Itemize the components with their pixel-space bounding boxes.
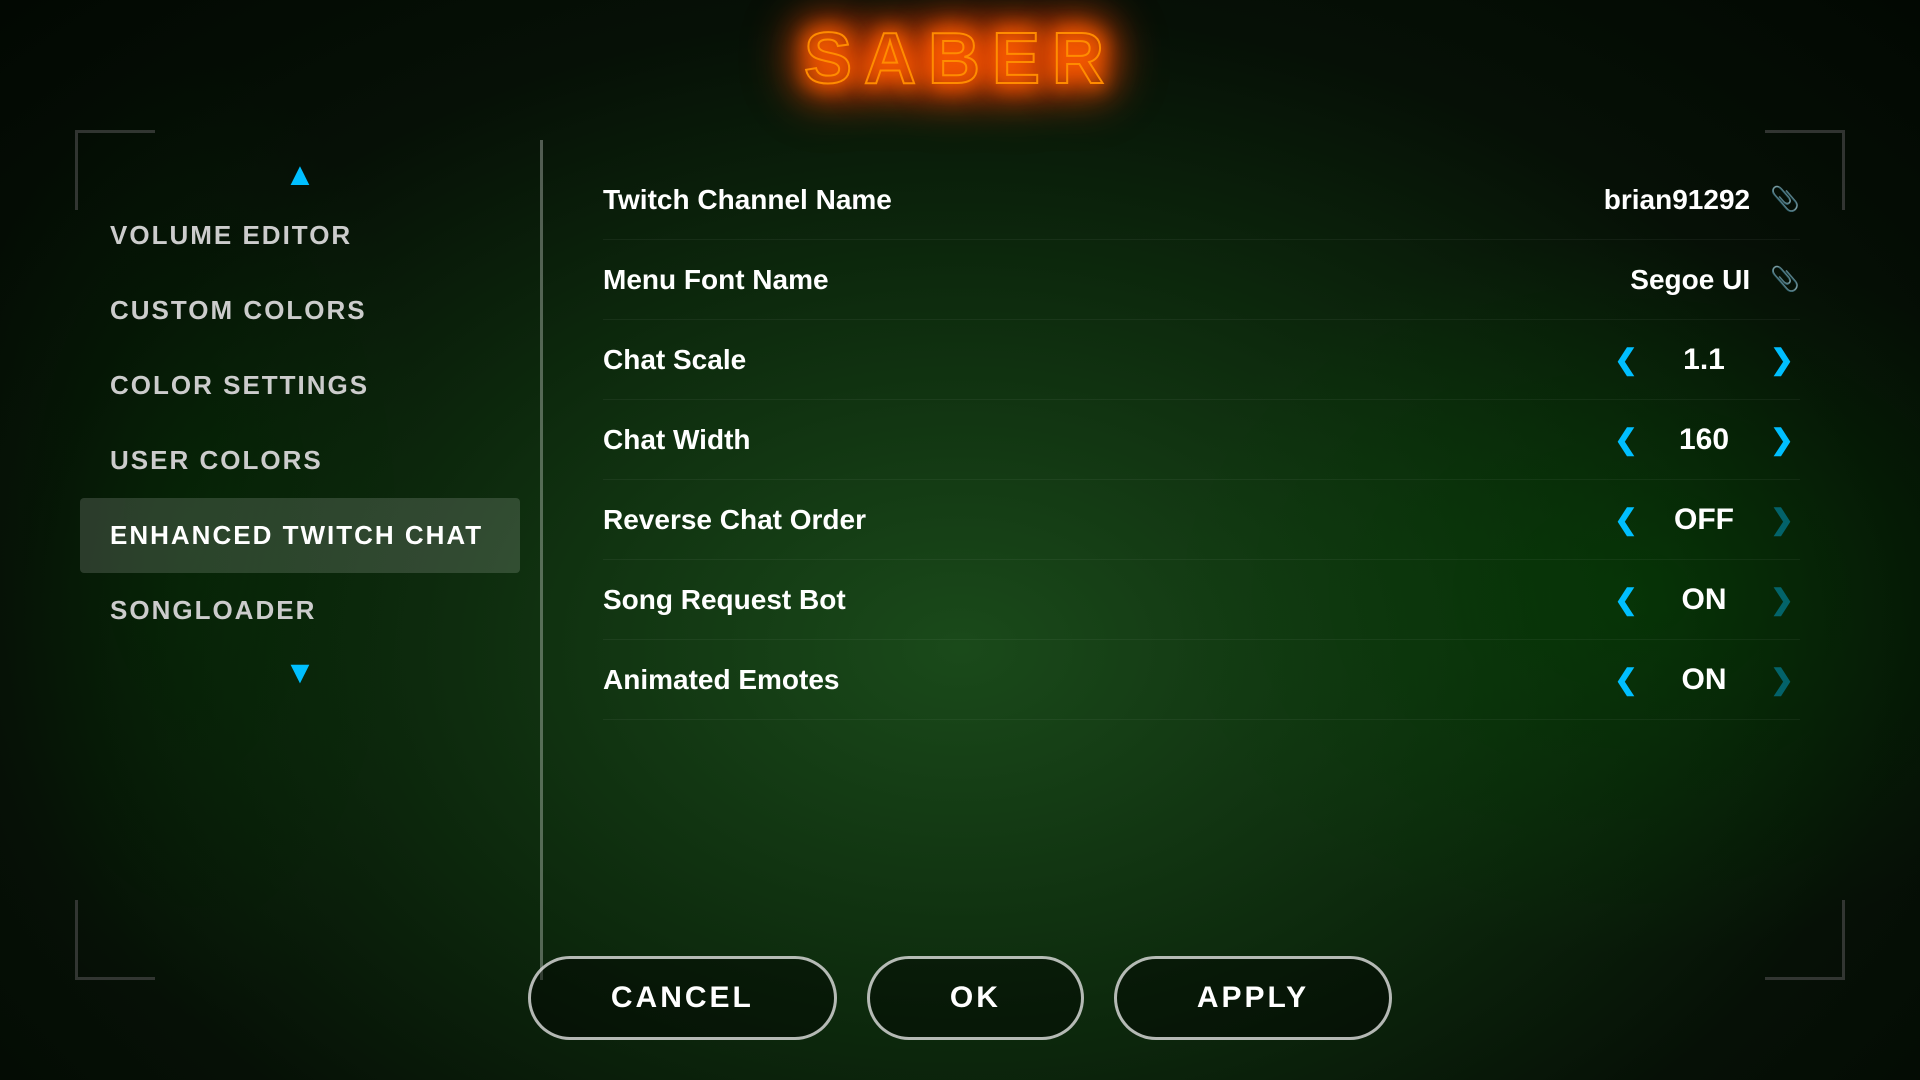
sidebar-arrow-down[interactable]: ▼: [284, 656, 316, 688]
bottom-buttons: CANCEL OK APPLY: [0, 956, 1920, 1040]
cancel-button[interactable]: CANCEL: [528, 956, 837, 1040]
setting-label-chat-width: Chat Width: [603, 424, 1500, 456]
settings-content: Twitch Channel Name brian91292 📎 Menu Fo…: [563, 140, 1840, 980]
sidebar-item-custom-colors[interactable]: CUSTOM COLORS: [80, 273, 520, 348]
setting-row-animated-emotes: Animated Emotes ❮ ON ❯: [603, 640, 1800, 720]
setting-value-twitch-channel-name: brian91292: [1604, 184, 1750, 216]
setting-value-chat-scale: 1.1: [1664, 343, 1744, 377]
sidebar-divider: [540, 140, 543, 980]
setting-control-chat-scale: ❮ 1.1 ❯: [1500, 343, 1800, 377]
sidebar-item-enhanced-twitch-chat[interactable]: ENHANCED TWITCH CHAT: [80, 498, 520, 573]
setting-value-menu-font-name: Segoe UI: [1630, 264, 1750, 296]
setting-label-animated-emotes: Animated Emotes: [603, 664, 1500, 696]
reverse-chat-order-decrease-button[interactable]: ❮: [1608, 503, 1644, 536]
edit-icon-menu-font-name[interactable]: 📎: [1770, 265, 1800, 294]
apply-button[interactable]: APPLY: [1114, 956, 1392, 1040]
setting-control-menu-font-name: Segoe UI 📎: [1500, 264, 1800, 296]
setting-value-reverse-chat-order: OFF: [1664, 503, 1744, 537]
setting-label-reverse-chat-order: Reverse Chat Order: [603, 504, 1500, 536]
ok-button[interactable]: OK: [867, 956, 1084, 1040]
setting-label-menu-font-name: Menu Font Name: [603, 264, 1500, 296]
animated-emotes-increase-button[interactable]: ❯: [1764, 663, 1800, 696]
edit-icon-twitch-channel-name[interactable]: 📎: [1770, 185, 1800, 214]
app-title: SABER: [804, 18, 1116, 100]
sidebar-item-user-colors[interactable]: USER COLORS: [80, 423, 520, 498]
setting-row-song-request-bot: Song Request Bot ❮ ON ❯: [603, 560, 1800, 640]
song-request-bot-decrease-button[interactable]: ❮: [1608, 583, 1644, 616]
setting-row-chat-width: Chat Width ❮ 160 ❯: [603, 400, 1800, 480]
setting-label-twitch-channel-name: Twitch Channel Name: [603, 184, 1500, 216]
sidebar-item-songloader[interactable]: SONGLOADER: [80, 573, 520, 648]
setting-row-chat-scale: Chat Scale ❮ 1.1 ❯: [603, 320, 1800, 400]
setting-value-animated-emotes: ON: [1664, 663, 1744, 697]
title-area: SABER: [0, 0, 1920, 100]
sidebar-item-color-settings[interactable]: COLOR SETTINGS: [80, 348, 520, 423]
setting-row-menu-font-name: Menu Font Name Segoe UI 📎: [603, 240, 1800, 320]
sidebar-arrow-up[interactable]: ▲: [284, 158, 316, 190]
setting-label-chat-scale: Chat Scale: [603, 344, 1500, 376]
chat-width-decrease-button[interactable]: ❮: [1608, 423, 1644, 456]
chat-scale-increase-button[interactable]: ❯: [1764, 343, 1800, 376]
setting-row-reverse-chat-order: Reverse Chat Order ❮ OFF ❯: [603, 480, 1800, 560]
sidebar-item-volume-editor[interactable]: VOLUME EDITOR: [80, 198, 520, 273]
main-panel: ▲ VOLUME EDITOR CUSTOM COLORS COLOR SETT…: [80, 140, 1840, 980]
song-request-bot-increase-button[interactable]: ❯: [1764, 583, 1800, 616]
setting-row-twitch-channel-name: Twitch Channel Name brian91292 📎: [603, 160, 1800, 240]
setting-control-chat-width: ❮ 160 ❯: [1500, 423, 1800, 457]
setting-value-chat-width: 160: [1664, 423, 1744, 457]
animated-emotes-decrease-button[interactable]: ❮: [1608, 663, 1644, 696]
chat-width-increase-button[interactable]: ❯: [1764, 423, 1800, 456]
setting-label-song-request-bot: Song Request Bot: [603, 584, 1500, 616]
setting-control-reverse-chat-order: ❮ OFF ❯: [1500, 503, 1800, 537]
chat-scale-decrease-button[interactable]: ❮: [1608, 343, 1644, 376]
reverse-chat-order-increase-button[interactable]: ❯: [1764, 503, 1800, 536]
setting-control-song-request-bot: ❮ ON ❯: [1500, 583, 1800, 617]
setting-control-twitch-channel-name: brian91292 📎: [1500, 184, 1800, 216]
sidebar: ▲ VOLUME EDITOR CUSTOM COLORS COLOR SETT…: [80, 140, 520, 980]
setting-value-song-request-bot: ON: [1664, 583, 1744, 617]
setting-control-animated-emotes: ❮ ON ❯: [1500, 663, 1800, 697]
